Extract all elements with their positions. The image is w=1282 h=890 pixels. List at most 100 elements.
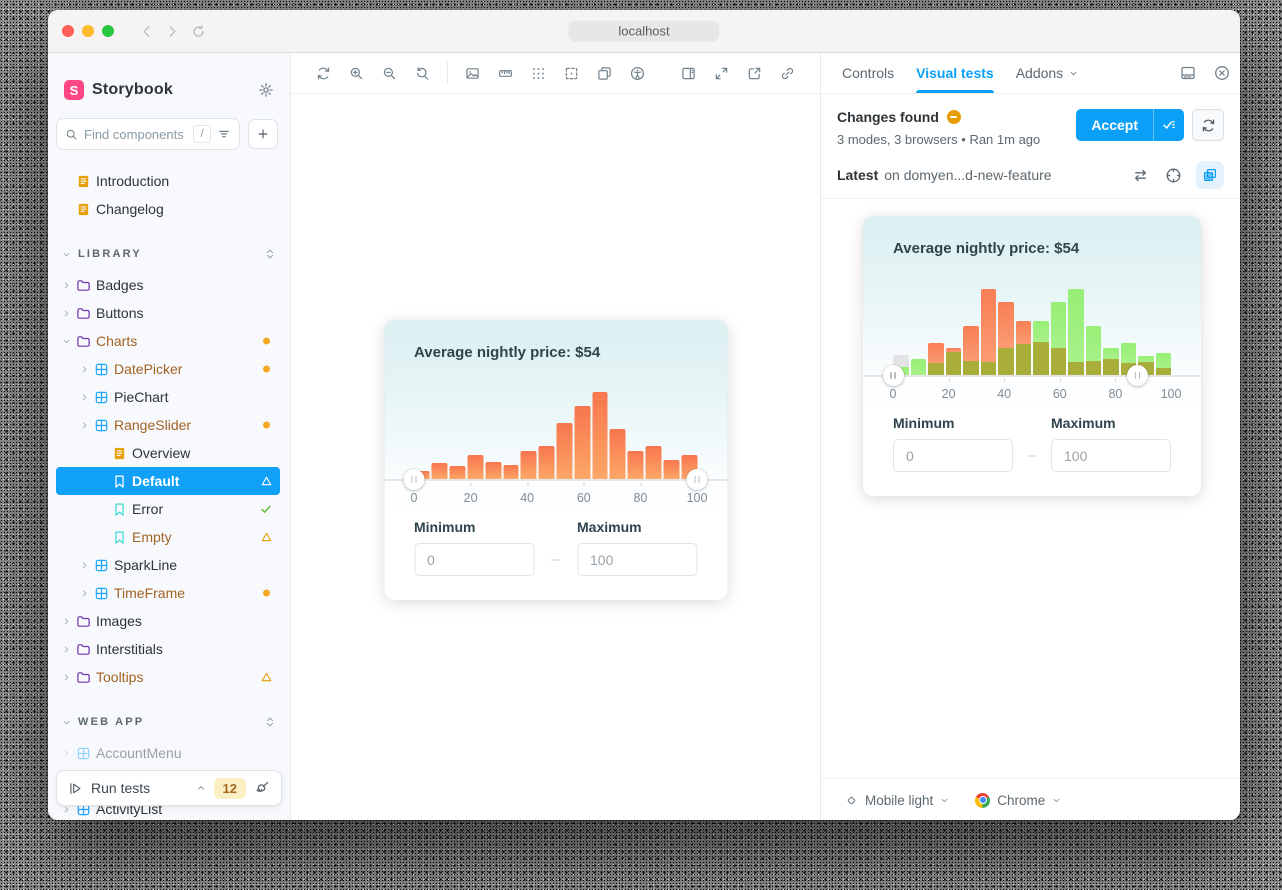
maximize-window-button[interactable]	[102, 25, 114, 37]
measure-icon[interactable]	[498, 66, 513, 81]
chevron-right-icon[interactable]	[80, 561, 89, 570]
collapse-expand-icon[interactable]	[264, 716, 276, 728]
chevron-right-icon[interactable]	[80, 589, 89, 598]
search-input[interactable]: Find components /	[56, 118, 240, 150]
outline-icon[interactable]	[564, 66, 579, 81]
reload-icon[interactable]	[191, 24, 206, 39]
tab-controls[interactable]: Controls	[831, 53, 905, 93]
chevron-right-icon[interactable]	[80, 421, 89, 430]
tree-item-label: Tooltips	[96, 669, 143, 685]
background-icon[interactable]	[465, 66, 480, 81]
zoom-out-icon[interactable]	[382, 66, 397, 81]
transfer-icon[interactable]	[1132, 167, 1149, 184]
toggle-diff-button[interactable]	[1196, 161, 1224, 189]
node-accountmenu[interactable]: AccountMenu	[56, 739, 280, 767]
node-timeframe[interactable]: TimeFrame	[56, 579, 280, 607]
tab-addons[interactable]: Addons	[1005, 53, 1089, 93]
node-tooltips[interactable]: Tooltips	[56, 663, 280, 691]
zoom-reset-icon[interactable]	[415, 66, 430, 81]
storybook-logo[interactable]: S	[64, 80, 84, 100]
histogram-bar	[450, 466, 466, 479]
slider-handle-min[interactable]	[404, 469, 425, 490]
close-icon[interactable]	[1214, 65, 1230, 81]
minimize-window-button[interactable]	[82, 25, 94, 37]
status-title: Changes found	[837, 109, 939, 125]
run-tests-button[interactable]: Run tests 12	[56, 770, 282, 806]
chevron-down-icon[interactable]	[62, 337, 71, 346]
settings-gear-icon[interactable]	[258, 82, 274, 98]
node-datepicker[interactable]: DatePicker	[56, 355, 280, 383]
axis-tick	[949, 379, 950, 382]
axis-tick	[584, 483, 585, 486]
chevron-right-icon[interactable]	[62, 645, 71, 654]
story-overview[interactable]: Overview	[56, 439, 280, 467]
panel-bottom-icon[interactable]	[1180, 65, 1196, 81]
maximum-input[interactable]	[577, 543, 697, 576]
chevron-right-icon[interactable]	[62, 749, 71, 758]
story-error[interactable]: Error	[56, 495, 280, 523]
warning-triangle-icon	[261, 672, 272, 683]
slider-handle-min[interactable]	[883, 365, 904, 386]
node-badges[interactable]: Badges	[56, 271, 280, 299]
minimum-input[interactable]	[414, 543, 534, 576]
axis-tick-label: 0	[890, 387, 897, 401]
chevron-right-icon[interactable]	[62, 309, 71, 318]
remount-icon[interactable]	[316, 66, 331, 81]
forward-icon[interactable]	[165, 24, 180, 39]
node-rangeslider[interactable]: RangeSlider	[56, 411, 280, 439]
slider-handle-max[interactable]	[687, 469, 708, 490]
mode-selector[interactable]: Mobile light	[845, 793, 949, 808]
chevron-up-icon[interactable]	[196, 783, 206, 793]
grid-icon[interactable]	[531, 66, 546, 81]
node-buttons[interactable]: Buttons	[56, 299, 280, 327]
search-icon	[65, 128, 78, 141]
axis-tick-label: 60	[1053, 387, 1067, 401]
bookmark-icon	[112, 474, 127, 489]
chevron-right-icon[interactable]	[62, 281, 71, 290]
collapse-expand-icon[interactable]	[264, 248, 276, 260]
browser-selector[interactable]: Chrome	[975, 793, 1061, 808]
accept-batch-button[interactable]	[1154, 109, 1184, 141]
story-changelog[interactable]: Changelog	[56, 195, 280, 223]
zoom-in-icon[interactable]	[349, 66, 364, 81]
minimum-input[interactable]	[893, 439, 1013, 472]
chevron-right-icon[interactable]	[62, 617, 71, 626]
fullscreen-icon[interactable]	[714, 66, 729, 81]
panel-right-icon[interactable]	[681, 66, 696, 81]
node-sparkline[interactable]: SparkLine	[56, 551, 280, 579]
maximum-input[interactable]	[1051, 439, 1171, 472]
accept-button[interactable]: Accept	[1076, 109, 1184, 141]
node-interstitials[interactable]: Interstitials	[56, 635, 280, 663]
link-icon[interactable]	[780, 66, 795, 81]
address-bar[interactable]: localhost	[568, 21, 719, 42]
slider-handle-max[interactable]	[1127, 365, 1148, 386]
chevron-down-icon[interactable]	[62, 250, 71, 259]
chevron-down-icon[interactable]	[62, 718, 71, 727]
tree-item-label: Default	[132, 473, 179, 489]
component-icon	[94, 586, 109, 601]
story-default[interactable]: Default	[56, 467, 280, 495]
node-images[interactable]: Images	[56, 607, 280, 635]
node-piechart[interactable]: PieChart	[56, 383, 280, 411]
section-header-library[interactable]: LIBRARY	[56, 239, 280, 269]
accessibility-icon[interactable]	[630, 66, 645, 81]
story-empty[interactable]: Empty	[56, 523, 280, 551]
story-introduction[interactable]: Introduction	[56, 167, 280, 195]
chevron-right-icon[interactable]	[80, 365, 89, 374]
target-icon[interactable]	[1165, 167, 1182, 184]
axis-tick	[527, 483, 528, 486]
back-icon[interactable]	[139, 24, 154, 39]
mode-label: Mobile light	[865, 793, 933, 808]
close-window-button[interactable]	[62, 25, 74, 37]
tab-visual-tests[interactable]: Visual tests	[905, 53, 1005, 93]
node-charts[interactable]: Charts	[56, 327, 280, 355]
chevron-right-icon[interactable]	[80, 393, 89, 402]
new-tab-icon[interactable]	[747, 66, 762, 81]
rerun-tests-button[interactable]	[1192, 109, 1224, 141]
chevron-right-icon[interactable]	[62, 673, 71, 682]
sweep-icon[interactable]	[254, 780, 270, 796]
viewports-icon[interactable]	[597, 66, 612, 81]
create-story-button[interactable]	[248, 119, 278, 149]
section-header-web-app[interactable]: WEB APP	[56, 707, 280, 737]
filter-icon[interactable]	[217, 127, 231, 141]
